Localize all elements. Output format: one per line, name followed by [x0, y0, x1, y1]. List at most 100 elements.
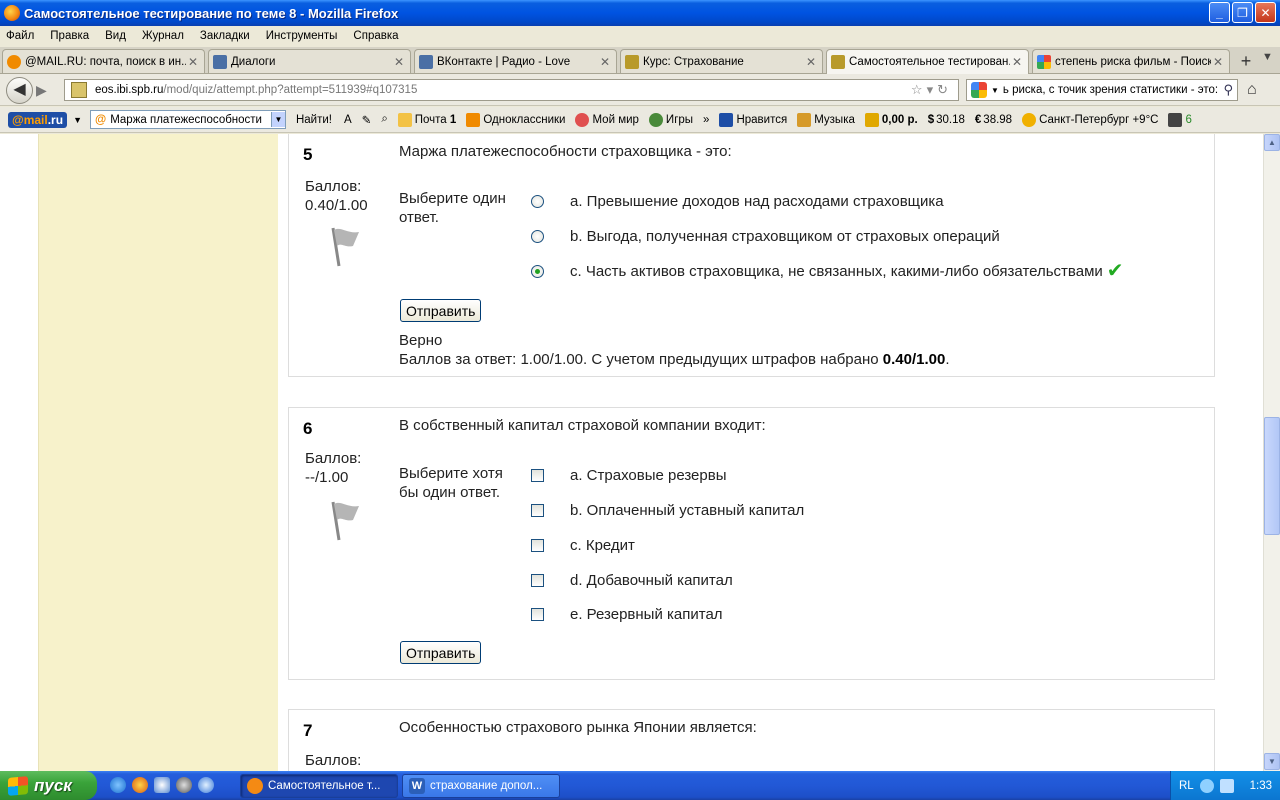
checkbox[interactable]: [531, 503, 544, 517]
network-icon[interactable]: [1219, 778, 1234, 793]
start-button[interactable]: пуск: [0, 771, 97, 800]
answer-option-b[interactable]: b. Оплаченный уставный капитал: [531, 500, 1181, 520]
answer-option-e[interactable]: e. Резервный капитал: [531, 604, 1181, 624]
menu-tools[interactable]: Инструменты: [266, 30, 338, 42]
scroll-up-button[interactable]: ▲: [1264, 134, 1280, 151]
search-icon[interactable]: ⚲: [1223, 82, 1233, 98]
submit-button[interactable]: Отправить: [400, 641, 482, 664]
tab-close-icon[interactable]: ✕: [392, 55, 406, 69]
quicklaunch-icon[interactable]: [198, 777, 214, 793]
menu-file[interactable]: Файл: [6, 30, 34, 42]
my-world-link[interactable]: Мой мир: [575, 112, 639, 127]
flag-icon[interactable]: [329, 500, 365, 542]
menu-help[interactable]: Справка: [353, 30, 398, 42]
answer-option-a[interactable]: a. Страховые резервы: [531, 465, 1181, 485]
tab-close-icon[interactable]: ✕: [1010, 55, 1024, 69]
search-bar[interactable]: ▼ ь риска, с точик зрения статистики - э…: [966, 79, 1238, 101]
forward-button[interactable]: ▶: [36, 82, 47, 99]
scroll-down-button[interactable]: ▼: [1264, 753, 1280, 770]
taskbar: пуск Самостоятельное т... W страхование …: [0, 771, 1280, 800]
traffic-widget[interactable]: 6: [1168, 112, 1192, 127]
answer-option-a[interactable]: a. Превышение доходов над расходами стра…: [531, 191, 1181, 211]
submit-button[interactable]: Отправить: [400, 299, 482, 322]
mail-link[interactable]: Почта 1: [397, 112, 456, 127]
mailru-search-input[interactable]: @ Маржа платежеспособности ▼: [89, 110, 286, 129]
menu-view[interactable]: Вид: [105, 30, 126, 42]
taskbar-item-firefox[interactable]: Самостоятельное т...: [240, 774, 398, 798]
site-icon: [71, 82, 87, 98]
checkbox[interactable]: [531, 468, 544, 482]
taskbar-item-word[interactable]: W страхование допол...: [402, 774, 560, 798]
menu-bookmarks[interactable]: Закладки: [200, 30, 250, 42]
tab-dialogs[interactable]: Диалоги ✕: [208, 49, 411, 73]
chevron-down-icon[interactable]: ▼: [73, 115, 82, 125]
tabs-list-icon[interactable]: ▼: [1262, 51, 1273, 63]
firefox-quicklaunch-icon[interactable]: [132, 777, 148, 793]
tab-course[interactable]: Курс: Страхование ✕: [620, 49, 823, 73]
minimize-button[interactable]: _: [1209, 2, 1230, 23]
answer-option-c[interactable]: c. Часть активов страховщика, не связанн…: [531, 261, 1181, 281]
chevron-down-icon[interactable]: ▼: [270, 112, 285, 127]
language-indicator[interactable]: RL: [1179, 780, 1194, 792]
odnoklassniki-icon: [466, 112, 481, 127]
answer-option-c[interactable]: c. Кредит: [531, 535, 1181, 555]
menu-history[interactable]: Журнал: [142, 30, 184, 42]
tab-close-icon[interactable]: ✕: [804, 55, 818, 69]
bookmark-star-icon[interactable]: ☆▾↻: [911, 82, 952, 98]
odnoklassniki-link[interactable]: Одноклассники: [466, 112, 565, 127]
music-link[interactable]: Музыка: [797, 112, 855, 127]
tab-vk-radio[interactable]: ВКонтакте | Радио - Love ✕: [414, 49, 617, 73]
window-title: Самостоятельное тестирование по теме 8 -…: [24, 5, 399, 21]
eur-rate[interactable]: €38.98: [975, 114, 1012, 126]
maximize-button[interactable]: ❐: [1232, 2, 1253, 23]
flag-icon[interactable]: [329, 226, 365, 268]
home-icon[interactable]: ⌂: [1247, 81, 1257, 99]
vertical-scrollbar[interactable]: ▲ ▼: [1263, 134, 1280, 771]
search-input[interactable]: ь риска, с точик зрения статистики - это…: [1003, 84, 1224, 96]
tab-mailru[interactable]: @MAIL.RU: почта, поиск в ин... ✕: [2, 49, 205, 73]
radio-button-selected[interactable]: [531, 264, 544, 278]
scroll-thumb[interactable]: [1264, 417, 1280, 535]
games-link[interactable]: Игры: [648, 112, 693, 127]
wallet-icon: [864, 112, 879, 127]
font-size-icon[interactable]: A: [344, 114, 352, 126]
usd-rate[interactable]: $30.18: [928, 114, 965, 126]
find-button[interactable]: Найти!: [296, 114, 332, 126]
answer-option-d[interactable]: d. Добавочный капитал: [531, 570, 1181, 590]
window-controls: _ ❐ ✕: [1209, 2, 1276, 23]
close-button[interactable]: ✕: [1255, 2, 1276, 23]
answer-option-b[interactable]: b. Выгода, полученная страховщиком от ст…: [531, 226, 1181, 246]
checkbox[interactable]: [531, 607, 544, 621]
system-tray: RL 1:33: [1170, 771, 1280, 800]
new-tab-button[interactable]: +: [1235, 51, 1257, 71]
question-6: 6 Баллов: --/1.00 В собственный капитал …: [288, 407, 1215, 680]
tab-close-icon[interactable]: ✕: [598, 55, 612, 69]
like-link[interactable]: Нравится: [719, 112, 787, 127]
tab-close-icon[interactable]: ✕: [186, 55, 200, 69]
back-arrow-icon[interactable]: [1199, 778, 1214, 793]
checkbox[interactable]: [531, 573, 544, 587]
find-page-icon[interactable]: ⌕: [381, 113, 387, 126]
radio-button[interactable]: [531, 229, 544, 243]
radio-button[interactable]: [531, 194, 544, 208]
tab-quiz[interactable]: Самостоятельное тестирован... ✕: [826, 49, 1029, 74]
firefox-icon: [247, 778, 263, 794]
more-chevron[interactable]: »: [703, 114, 709, 126]
media-icon[interactable]: [176, 777, 192, 793]
money-widget[interactable]: 0,00 р.: [864, 112, 918, 127]
menu-edit[interactable]: Правка: [50, 30, 89, 42]
tab-close-icon[interactable]: ✕: [1211, 55, 1225, 69]
back-button[interactable]: ◀: [6, 77, 33, 104]
checkbox[interactable]: [531, 538, 544, 552]
answer-prompt: Выберите хотя бы один ответ.: [399, 465, 503, 501]
quicklaunch-icon[interactable]: [154, 777, 170, 793]
ie-icon[interactable]: [110, 777, 126, 793]
google-icon[interactable]: [971, 82, 987, 98]
window-titlebar: Самостоятельное тестирование по теме 8 -…: [0, 0, 1280, 26]
url-bar[interactable]: eos.ibi.spb.ru/mod/quiz/attempt.php?atte…: [64, 79, 959, 101]
engine-dropdown-icon[interactable]: ▼: [991, 86, 999, 95]
mailru-logo[interactable]: @mail.ru: [8, 111, 68, 128]
tab-google-search[interactable]: степень риска фильм - Поиск ... ✕: [1032, 49, 1230, 73]
weather-widget[interactable]: Санкт-Петербург +9°С: [1022, 112, 1158, 127]
highlight-icon[interactable]: ✎: [362, 113, 372, 127]
